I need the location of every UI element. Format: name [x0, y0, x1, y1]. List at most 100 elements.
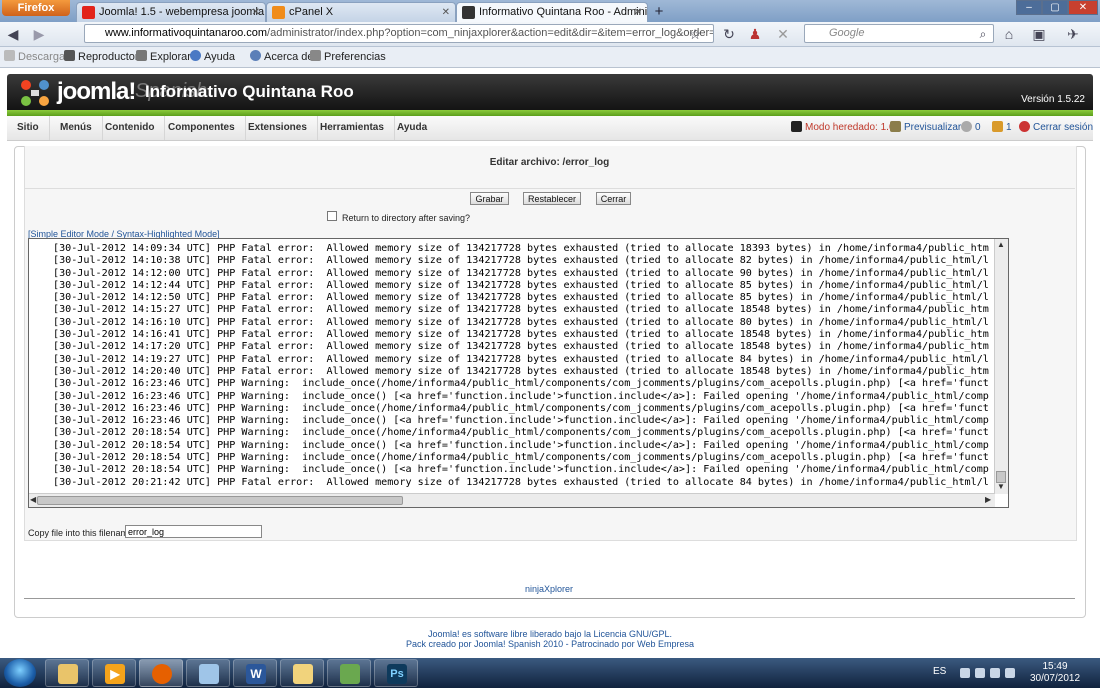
forward-arrow-icon[interactable]: ▶ — [30, 24, 48, 44]
code-line: [30-Jul-2012 20:21:42 UTC] PHP Fatal err… — [53, 476, 989, 488]
code-line: [30-Jul-2012 20:18:54 UTC] PHP Warning: … — [53, 452, 989, 464]
taskbar-explorer[interactable] — [45, 659, 89, 687]
bookmark-label: Reproductor — [78, 51, 139, 63]
language-indicator[interactable]: ES — [933, 666, 946, 677]
footer-credits: Pack creado por Joomla! Spanish 2010 - P… — [406, 639, 694, 649]
menu-item-sitio[interactable]: Sitio — [7, 116, 50, 140]
bookmark-acerca[interactable]: Acerca de — [250, 47, 314, 67]
media-player-icon: ▶ — [105, 664, 125, 684]
window-icon — [199, 664, 219, 684]
scroll-right-icon[interactable]: ▶ — [985, 494, 991, 506]
save-button[interactable]: Grabar — [470, 192, 509, 205]
clock-date: 30/07/2012 — [1029, 673, 1081, 684]
taskbar-photoshop[interactable]: Ps — [374, 659, 418, 687]
tools-icon[interactable]: ✈ — [1064, 24, 1082, 44]
firefox-menu-button[interactable]: Firefox — [2, 0, 70, 16]
joomla-logo-icon — [21, 80, 49, 106]
tray-volume-icon[interactable] — [1005, 668, 1015, 678]
help-icon — [190, 50, 201, 61]
close-window-button[interactable]: ✕ — [1068, 0, 1098, 15]
logout-link[interactable]: Cerrar sesión — [1019, 116, 1093, 140]
taskbar-media[interactable]: ▶ — [92, 659, 136, 687]
tab-joomla-webempresa[interactable]: Joomla! 1.5 - webempresa joomla - H... ✕ — [76, 2, 266, 22]
close-icon[interactable]: ✕ — [252, 3, 260, 22]
legacy-label: Modo heredado: 1.0 — [805, 122, 895, 133]
scroll-down-icon[interactable]: ▼ — [997, 481, 1005, 493]
search-icon[interactable]: ⌕ — [974, 24, 992, 44]
messages-count: 0 — [975, 122, 981, 133]
code-lines: [30-Jul-2012 14:09:34 UTC] PHP Fatal err… — [53, 243, 995, 491]
horizontal-scroll-thumb[interactable] — [37, 496, 403, 505]
url-bar[interactable]: www.informativoquintanaroo.com/administr… — [84, 24, 714, 43]
code-line: [30-Jul-2012 16:23:46 UTC] PHP Warning: … — [53, 390, 989, 402]
code-line: [30-Jul-2012 16:23:46 UTC] PHP Warning: … — [53, 415, 989, 427]
minimize-button[interactable]: – — [1016, 0, 1042, 15]
bookmark-label: Descargar — [18, 51, 69, 63]
addon-icon[interactable]: ♟ — [746, 24, 764, 44]
admin-menu-bar: Sitio Menús Contenido Componentes Extens… — [7, 116, 1093, 141]
menu-item-componentes[interactable]: Componentes — [158, 116, 246, 140]
vertical-scrollbar[interactable]: ▲ ▼ — [994, 239, 1008, 494]
tray-network-icon[interactable] — [990, 668, 1000, 678]
code-line: [30-Jul-2012 14:12:50 UTC] PHP Fatal err… — [53, 292, 989, 304]
horizontal-scrollbar[interactable]: ◀ ▶ — [29, 493, 995, 507]
preview-link[interactable]: Previsualizar — [890, 116, 961, 140]
taskbar-word[interactable]: W — [233, 659, 277, 687]
code-line: [30-Jul-2012 20:18:54 UTC] PHP Warning: … — [53, 464, 989, 476]
folder-icon — [293, 664, 313, 684]
copy-filename-input[interactable] — [125, 525, 262, 538]
scroll-left-icon[interactable]: ◀ — [30, 494, 36, 506]
close-button[interactable]: Cerrar — [596, 192, 631, 205]
code-line: [30-Jul-2012 14:12:00 UTC] PHP Fatal err… — [53, 267, 989, 279]
taskbar-network[interactable] — [327, 659, 371, 687]
bookmark-label: Preferencias — [324, 51, 386, 63]
close-icon[interactable]: ✕ — [442, 3, 450, 22]
firefox-icon — [152, 664, 172, 684]
start-button[interactable] — [4, 659, 36, 687]
code-line: [30-Jul-2012 14:15:27 UTC] PHP Fatal err… — [53, 304, 989, 316]
tab-cpanel[interactable]: cPanel X ✕ — [266, 2, 456, 22]
users-link[interactable]: 1 — [992, 116, 1012, 140]
menu-icon[interactable]: ▣ — [1030, 24, 1048, 44]
code-line: [30-Jul-2012 14:12:44 UTC] PHP Fatal err… — [53, 279, 989, 291]
new-tab-button[interactable]: + — [650, 3, 668, 21]
taskbar-firefox[interactable] — [139, 659, 183, 687]
bookmark-reproductor[interactable]: Reproductor — [64, 47, 139, 67]
bookmark-label: Explorar — [150, 51, 191, 63]
system-clock[interactable]: 15:49 30/07/2012 — [1020, 661, 1090, 685]
tab-informativo[interactable]: Informativo Quintana Roo - Administ... ✕ — [456, 2, 648, 22]
menu-item-ayuda[interactable]: Ayuda — [387, 116, 437, 140]
taskbar-folder[interactable] — [280, 659, 324, 687]
menu-item-herramientas[interactable]: Herramientas — [310, 116, 395, 140]
bookmark-preferencias[interactable]: Preferencias — [310, 47, 386, 67]
version-label: Versión 1.5.22 — [1021, 94, 1085, 105]
stop-icon[interactable]: ✕ — [774, 24, 792, 44]
menu-item-extensiones[interactable]: Extensiones — [238, 116, 318, 140]
back-arrow-icon[interactable]: ◀ — [4, 24, 22, 44]
code-line: [30-Jul-2012 14:09:34 UTC] PHP Fatal err… — [53, 243, 989, 254]
reload-icon[interactable]: ↻ — [720, 24, 738, 44]
bookmark-descargar[interactable]: Descargar — [4, 47, 69, 67]
windows-taskbar: ▶ W Ps ES 15:49 30/07/2012 — [0, 658, 1100, 688]
tray-arrow-icon[interactable] — [960, 668, 970, 678]
tray-flag-icon[interactable] — [975, 668, 985, 678]
bookmark-explorar[interactable]: Explorar — [136, 47, 191, 67]
close-icon[interactable]: ✕ — [634, 3, 642, 22]
browser-nav-bar: ◀ ▶ www.informativoquintanaroo.com/admin… — [0, 22, 1100, 47]
bookmark-label: Acerca de — [264, 51, 314, 63]
messages-icon — [961, 121, 972, 132]
messages-link[interactable]: 0 — [961, 116, 981, 140]
ninjaxplorer-link[interactable]: ninjaXplorer — [14, 584, 1084, 594]
taskbar-window[interactable] — [186, 659, 230, 687]
reset-button[interactable]: Restablecer — [523, 192, 581, 205]
return-directory-checkbox[interactable] — [327, 211, 337, 221]
scroll-up-icon[interactable]: ▲ — [997, 239, 1005, 251]
menu-item-contenido[interactable]: Contenido — [95, 116, 166, 140]
maximize-button[interactable]: ▢ — [1042, 0, 1068, 15]
bookmark-ayuda[interactable]: Ayuda — [190, 47, 235, 67]
search-input[interactable]: Google — [804, 24, 994, 43]
folder-icon — [58, 664, 78, 684]
home-icon[interactable]: ⌂ — [1000, 24, 1018, 44]
code-editor[interactable]: [30-Jul-2012 14:09:34 UTC] PHP Fatal err… — [28, 238, 1009, 508]
star-bookmark-icon[interactable]: ☆ — [686, 24, 704, 44]
